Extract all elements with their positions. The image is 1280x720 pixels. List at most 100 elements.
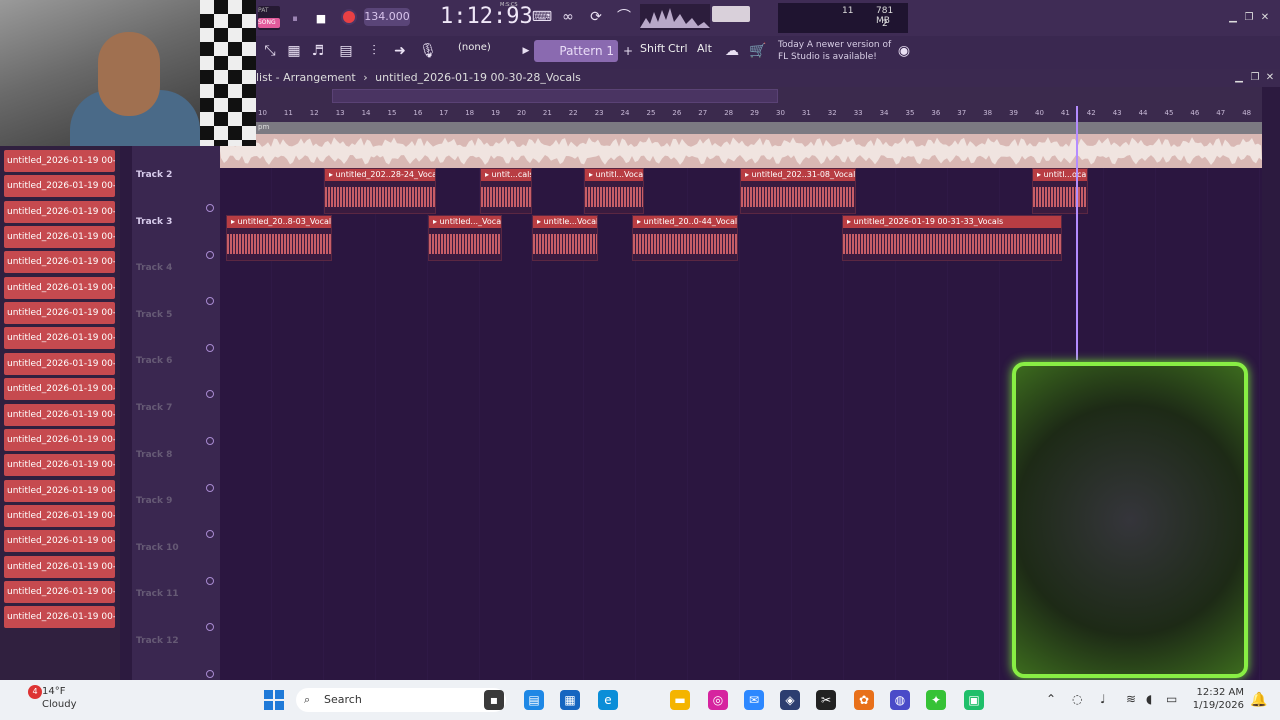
picker-clip-item[interactable]: untitled_2026-01-19 00-... bbox=[4, 226, 115, 249]
minimize-icon[interactable]: ▁ bbox=[1226, 12, 1240, 23]
audio-clip[interactable]: ▸ untitled_202..28-24_Vocals bbox=[324, 168, 436, 214]
instagram-icon[interactable]: ◎ bbox=[708, 690, 728, 710]
pattern-selector-dropdown[interactable]: (none) bbox=[458, 42, 508, 60]
pattern-picker[interactable]: Pattern 1 bbox=[534, 40, 618, 62]
track-mute-toggle[interactable] bbox=[206, 390, 214, 399]
battery-icon[interactable]: ▭ bbox=[1166, 692, 1177, 706]
audio-clip[interactable]: ▸ untitled..._Vocals bbox=[428, 215, 502, 261]
playlist-icon[interactable]: ▦ bbox=[282, 40, 306, 62]
track-name-label[interactable]: Track 10 bbox=[136, 543, 179, 553]
playlist-minimize-icon[interactable]: ▁ bbox=[1232, 72, 1246, 83]
add-pattern-button[interactable]: + bbox=[616, 40, 640, 62]
track-mute-toggle[interactable] bbox=[206, 623, 214, 632]
volume-icon[interactable]: ◖ bbox=[1146, 692, 1152, 706]
track-mute-toggle[interactable] bbox=[206, 437, 214, 445]
picker-clip-item[interactable]: untitled_2026-01-19 00-... bbox=[4, 555, 115, 578]
picker-clip-item[interactable]: untitled_2026-01-19 00-... bbox=[4, 276, 115, 299]
track-mute-toggle[interactable] bbox=[206, 670, 214, 678]
picker-clip-item[interactable]: untitled_2026-01-19 00-... bbox=[4, 175, 115, 198]
picker-clip-item[interactable]: untitled_2026-01-19 00-... bbox=[4, 530, 115, 553]
fl-studio-icon[interactable]: ✿ bbox=[854, 690, 874, 710]
start-button[interactable] bbox=[264, 690, 284, 710]
track-name-label[interactable]: Track 9 bbox=[136, 496, 172, 506]
playlist-maximize-icon[interactable]: ❐ bbox=[1248, 72, 1262, 83]
audio-clip[interactable]: ▸ untitled_20..0-44_Vocals bbox=[632, 215, 738, 261]
picker-clip-item[interactable]: untitled_2026-01-19 00-... bbox=[4, 428, 115, 451]
picker-clip-item[interactable]: untitled_2026-01-19 00-... bbox=[4, 504, 115, 527]
track-name-label[interactable]: Track 4 bbox=[136, 263, 172, 273]
picker-clip-item[interactable]: untitled_2026-01-19 00-... bbox=[4, 580, 115, 603]
picker-clip-item[interactable]: untitled_2026-01-19 00-... bbox=[4, 403, 115, 426]
track-mute-toggle[interactable] bbox=[206, 297, 214, 306]
capcut-icon[interactable]: ✂ bbox=[816, 690, 836, 710]
cart-icon[interactable]: 🛒 bbox=[746, 40, 770, 62]
track-mute-toggle[interactable] bbox=[206, 483, 214, 492]
audio-clip[interactable]: ▸ untitled_2026-01-19 00-31-33_Vocals bbox=[842, 215, 1062, 261]
tempo-display[interactable]: 134.000 bbox=[364, 8, 410, 26]
chat-icon[interactable]: ☁ bbox=[720, 40, 744, 62]
picker-clip-item[interactable]: untitled_2026-01-19 00-... bbox=[4, 378, 115, 401]
game-app-icon[interactable]: ▣ bbox=[964, 690, 984, 710]
news-panel[interactable]: Today A newer version of FL Studio is av… bbox=[778, 39, 908, 65]
picker-clip-item[interactable]: untitled_2026-01-19 00-... bbox=[4, 200, 115, 223]
notification-bell-icon[interactable]: 🔔 bbox=[1250, 692, 1267, 708]
file-explorer-icon[interactable]: ▬ bbox=[670, 690, 690, 710]
audio-clip[interactable]: ▸ untitl...Vocals bbox=[584, 168, 644, 214]
wifi-icon[interactable]: ≋ bbox=[1126, 692, 1136, 706]
picker-clip-item[interactable]: untitled_2026-01-19 00-... bbox=[4, 454, 115, 477]
app-icon[interactable]: ◈ bbox=[780, 690, 800, 710]
playlist-close-icon[interactable]: ✕ bbox=[1263, 72, 1277, 83]
store-icon[interactable]: ▦ bbox=[560, 690, 580, 710]
audio-clip[interactable]: ▸ untitled_202..31-08_Vocals bbox=[740, 168, 856, 214]
picker-clip-item[interactable]: untitled_2026-01-19 00-... bbox=[4, 327, 115, 350]
task-view-icon[interactable]: ▪ bbox=[484, 690, 504, 710]
track-mute-toggle[interactable] bbox=[206, 343, 214, 352]
globe-icon[interactable]: ◉ bbox=[892, 40, 916, 62]
track-name-label[interactable]: Track 8 bbox=[136, 450, 172, 460]
messenger-icon[interactable]: ✉ bbox=[744, 690, 764, 710]
alt-key-button[interactable]: Alt bbox=[697, 42, 712, 60]
discord-icon[interactable]: ◍ bbox=[890, 690, 910, 710]
system-clock[interactable]: 12:32 AM 1/19/2026 bbox=[1188, 686, 1244, 714]
track-name-label[interactable]: Track 6 bbox=[136, 356, 172, 366]
track-name-label[interactable]: Track 5 bbox=[136, 310, 172, 320]
track-name-label[interactable]: Track 3 bbox=[136, 217, 172, 227]
restore-icon[interactable]: ❐ bbox=[1242, 12, 1256, 23]
weather-widget[interactable]: 4 14°F Cloudy bbox=[6, 685, 96, 715]
record-button[interactable] bbox=[340, 8, 358, 26]
track1-audio-clip[interactable] bbox=[220, 134, 1262, 168]
track-mute-toggle[interactable] bbox=[206, 250, 214, 259]
picker-clip-item[interactable]: untitled_2026-01-19 00-... bbox=[4, 302, 115, 325]
taskbar-search[interactable]: ⌕ Search bbox=[296, 688, 506, 712]
browser-arrow-icon[interactable]: ➜ bbox=[388, 40, 412, 62]
audio-clip[interactable]: ▸ untitl...ocals bbox=[1032, 168, 1088, 214]
countdown-icon[interactable]: ∞ bbox=[556, 6, 580, 28]
track-name-label[interactable]: Track 2 bbox=[136, 170, 172, 180]
track-name-label[interactable]: Track 12 bbox=[136, 636, 179, 646]
picker-clip-item[interactable]: untitled_2026-01-19 00-... bbox=[4, 251, 115, 274]
pat-song-toggle[interactable]: PAT SONG bbox=[258, 6, 280, 30]
master-pitch-slider[interactable] bbox=[712, 6, 750, 22]
piano-roll-icon[interactable]: ♬ bbox=[306, 40, 330, 62]
horizontal-scroll-overview[interactable] bbox=[332, 89, 778, 103]
picker-clip-item[interactable]: untitled_2026-01-19 00-... bbox=[4, 150, 115, 172]
stop-button[interactable]: ■ bbox=[313, 8, 329, 26]
picker-clip-item[interactable]: untitled_2026-01-19 00-... bbox=[4, 606, 115, 629]
metronome-icon[interactable]: ⌒ bbox=[612, 6, 636, 28]
mic-tray-icon[interactable]: ♩ bbox=[1100, 692, 1106, 706]
bar-ruler[interactable]: 10 11 12 13 14 15 16 17 18 19 20 21 22 23 24 25 26 27 28 29… bbox=[256, 106, 1262, 122]
marker-lane[interactable]: pm bbox=[256, 122, 1262, 134]
notepad-icon[interactable]: ▤ bbox=[524, 690, 544, 710]
track-mute-toggle[interactable] bbox=[206, 204, 214, 212]
track-mute-toggle[interactable] bbox=[206, 530, 214, 539]
mixer-icon[interactable]: ⫶ bbox=[362, 40, 386, 62]
picker-clip-item[interactable]: untitled_2026-01-19 00-... bbox=[4, 352, 115, 375]
shift-key-button[interactable]: Shift bbox=[640, 42, 665, 60]
typing-keyboard-icon[interactable]: ⌨ bbox=[530, 6, 554, 28]
close-icon[interactable]: ✕ bbox=[1258, 12, 1272, 23]
playhead[interactable] bbox=[1076, 106, 1078, 360]
audio-clip[interactable]: ▸ untitle...Vocals bbox=[532, 215, 598, 261]
edge-icon[interactable]: e bbox=[598, 690, 618, 710]
microphone-icon[interactable]: 🎙 bbox=[416, 40, 440, 62]
loop-record-icon[interactable]: ⟳ bbox=[584, 6, 608, 28]
